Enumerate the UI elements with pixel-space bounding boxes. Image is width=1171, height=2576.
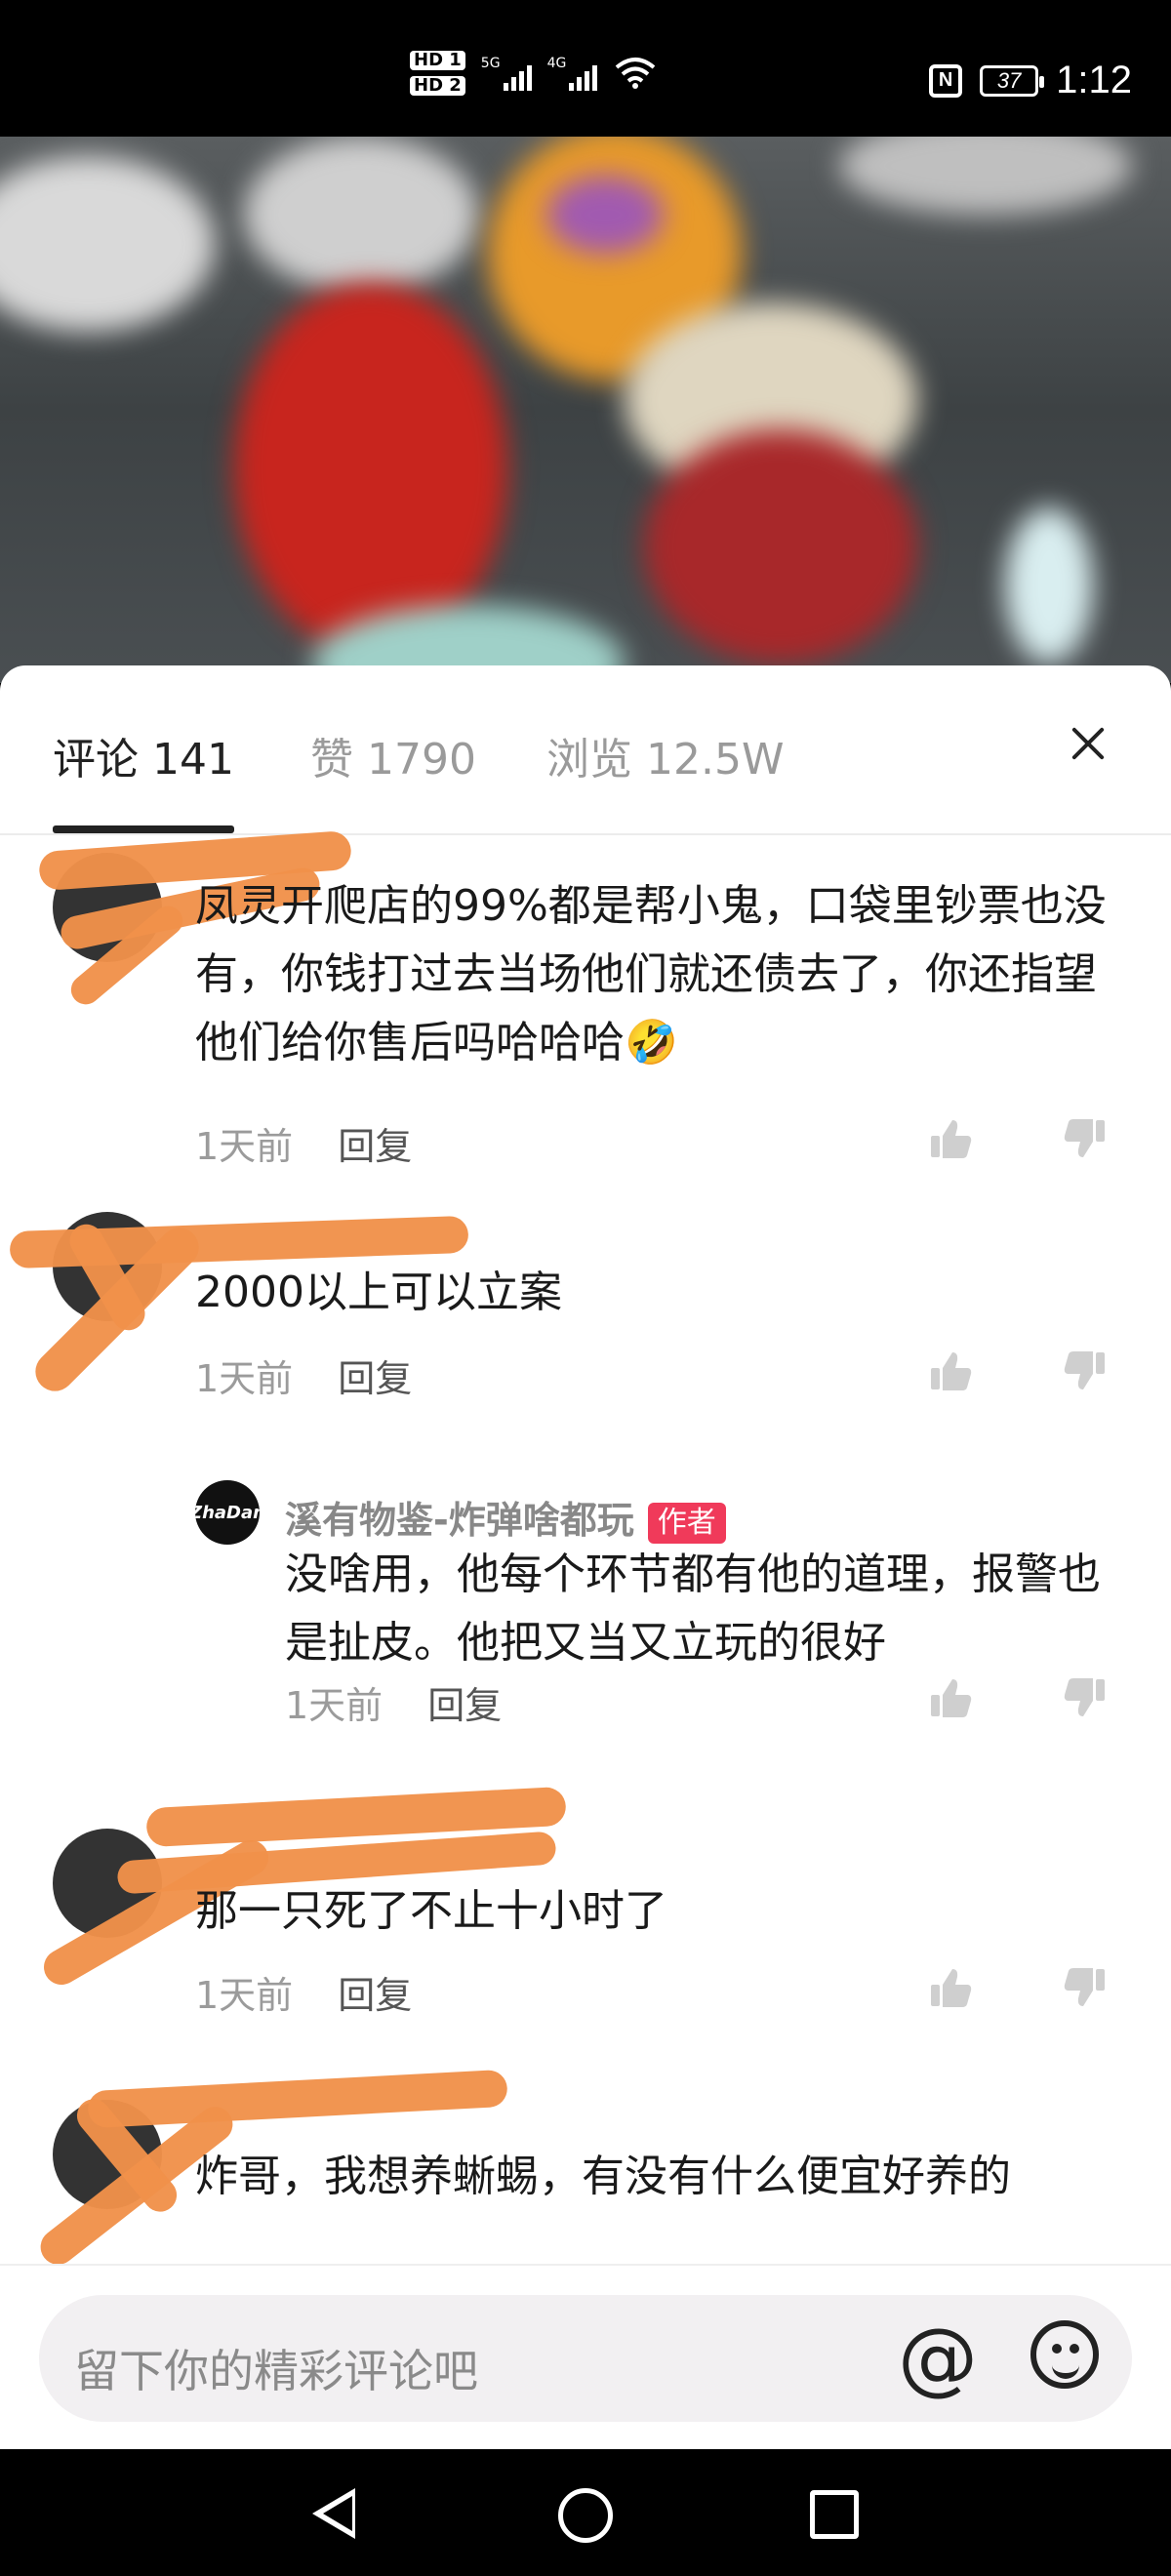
close-icon[interactable] xyxy=(1064,722,1112,771)
thumbs-up-icon[interactable] xyxy=(929,1116,974,1161)
network-indicators: HD 1 HD 2 5G 4G xyxy=(410,51,658,96)
recent-apps-icon[interactable] xyxy=(810,2490,859,2539)
reply-username[interactable]: 溪有物鉴-炸弹啥都玩 作者 xyxy=(285,1490,726,1544)
signal-5g-icon: 5G xyxy=(481,56,532,91)
reply-item: ZhaDan 溪有物鉴-炸弹啥都玩作者 没啥用，他每个环节都有他的道理，报警也是… xyxy=(0,1480,1171,1734)
thumbs-down-icon[interactable] xyxy=(1062,1965,1107,2010)
nfc-icon: N xyxy=(929,63,963,98)
wifi-icon xyxy=(613,54,658,94)
signal-4g-icon: 4G xyxy=(547,56,598,91)
thumbs-down-icon[interactable] xyxy=(1062,1116,1107,1161)
reply-button[interactable]: 回复 xyxy=(338,1357,412,1400)
redaction-scribble xyxy=(87,2069,508,2129)
emoji-icon[interactable] xyxy=(1030,2320,1099,2389)
comment-input-placeholder: 留下你的精彩评论吧 xyxy=(74,2345,478,2397)
video-preview[interactable] xyxy=(0,137,1171,683)
active-tab-indicator xyxy=(53,825,234,833)
hd1-indicator: HD 1 xyxy=(410,51,465,70)
comment-body: 凤灵开爬店的99%都是帮小鬼，口袋里钞票也没有，你钱打过去当场他们就还债去了，你… xyxy=(195,881,1107,1067)
comment-meta: 1天前 回复 xyxy=(195,1348,412,1402)
comment-time: 1天前 xyxy=(195,1357,294,1400)
comment-sheet: 评论 141 赞 1790 浏览 12.5W 凤灵开爬店的99%都是帮小鬼，口袋… xyxy=(0,665,1171,2449)
author-badge: 作者 xyxy=(647,1502,726,1544)
comment-body: 那一只死了不止十小时了 xyxy=(195,1886,667,1936)
comment-item: 炸哥，我想养蜥蜴，有没有什么便宜好养的 xyxy=(0,2061,1171,2275)
thumbs-up-icon[interactable] xyxy=(929,1965,974,2010)
comment-meta: 1天前 回复 xyxy=(195,1116,412,1170)
reply-button[interactable]: 回复 xyxy=(338,1974,412,2017)
comment-body: 炸哥，我想养蜥蜴，有没有什么便宜好养的 xyxy=(195,2152,1011,2201)
clock: 1:12 xyxy=(1056,59,1132,101)
tab-likes[interactable]: 赞 1790 xyxy=(310,724,476,786)
hd2-indicator: HD 2 xyxy=(410,76,465,96)
system-nav-bar xyxy=(0,2449,1171,2576)
comment-body: 2000以上可以立案 xyxy=(195,1268,562,1317)
tab-comments[interactable]: 评论 141 xyxy=(53,724,234,786)
comment-item: 2000以上可以立案 1天前 回复 xyxy=(0,1212,1171,1427)
comment-item: 凤灵开爬店的99%都是帮小鬼，口袋里钞票也没有，你钱打过去当场他们就还债去了，你… xyxy=(0,829,1171,1185)
mention-icon[interactable]: @ xyxy=(898,2314,978,2402)
thumbs-down-icon[interactable] xyxy=(1062,1348,1107,1393)
comment-meta: 1天前 回复 xyxy=(195,1965,412,2019)
thumbs-up-icon[interactable] xyxy=(929,1675,974,1720)
thumbs-up-icon[interactable] xyxy=(929,1348,974,1393)
tab-bar: 评论 141 赞 1790 浏览 12.5W xyxy=(0,665,1171,835)
thumbs-down-icon[interactable] xyxy=(1062,1675,1107,1720)
reply-body: 没啥用，他每个环节都有他的道理，报警也是扯皮。他把又当又立玩的很好 xyxy=(285,1550,1101,1668)
reply-time: 1天前 xyxy=(285,1684,384,1727)
tab-views[interactable]: 浏览 12.5W xyxy=(546,724,784,786)
status-bar: HD 1 HD 2 5G 4G N 37 1:12 xyxy=(0,0,1171,137)
comment-input[interactable]: 留下你的精彩评论吧 @ xyxy=(39,2295,1132,2422)
battery-icon: 37 xyxy=(980,64,1045,97)
comment-item: 那一只死了不止十小时了 1天前 回复 xyxy=(0,1786,1171,2017)
author-avatar[interactable]: ZhaDan xyxy=(195,1480,260,1545)
reply-button[interactable]: 回复 xyxy=(427,1684,502,1727)
comment-time: 1天前 xyxy=(195,1974,294,2017)
comment-input-bar: 留下你的精彩评论吧 @ xyxy=(0,2264,1171,2451)
reply-button[interactable]: 回复 xyxy=(338,1125,412,1168)
comment-time: 1天前 xyxy=(195,1125,294,1168)
home-icon[interactable] xyxy=(558,2488,613,2543)
reply-meta: 1天前 回复 xyxy=(285,1675,502,1729)
